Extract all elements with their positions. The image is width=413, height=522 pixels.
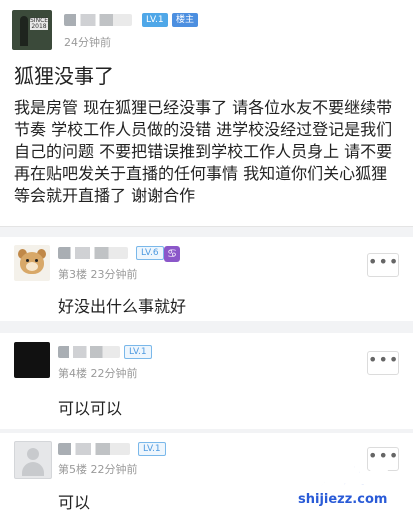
reply-username-blurred[interactable] <box>58 346 120 358</box>
zodiac-cancer-icon: ♋ <box>164 246 180 262</box>
reply-content: 可以可以 <box>58 399 123 418</box>
reply-username-blurred[interactable] <box>58 443 130 455</box>
more-options-button[interactable]: ••• <box>367 351 399 375</box>
dog-avatar[interactable] <box>14 245 50 281</box>
reply-floor-3: LV.6 ♋ 第3楼 23分钟前 ••• 好没出什么事就好 <box>0 237 413 321</box>
reply-floor-meta: 第4楼 22分钟前 <box>58 367 138 380</box>
post-time: 24分钟前 <box>64 36 111 49</box>
reply-content: 好没出什么事就好 <box>58 297 187 316</box>
reply-floor-meta: 第3楼 23分钟前 <box>58 268 138 281</box>
watermark-url: shijiezz.com <box>298 492 388 507</box>
avatar-logo-text: SINCE 2018 <box>30 17 49 30</box>
default-avatar-icon[interactable] <box>14 441 52 479</box>
reply-username-blurred[interactable] <box>58 247 128 259</box>
poster-level-badge: LV.1 <box>142 13 168 27</box>
post-body: 我是房管 现在狐狸已经没事了 请各位水友不要继续带节奏 学校工作人员做的没错 进… <box>14 98 393 205</box>
watermark-title: 世界之最 <box>292 462 392 491</box>
avatar-head-shape <box>27 448 39 460</box>
post-title: 狐狸没事了 <box>14 64 114 88</box>
avatar-figure <box>20 16 28 46</box>
avatar-body-shape <box>22 462 44 476</box>
reply-level-badge: LV.1 <box>138 442 166 456</box>
original-post: SINCE 2018 LV.1 楼主 24分钟前 狐狸没事了 我是房管 现在狐狸… <box>0 0 413 227</box>
reply-floor-4: LV.1 第4楼 22分钟前 ••• 可以可以 <box>0 333 413 429</box>
poster-username-blurred[interactable] <box>64 14 132 26</box>
reply-level-badge: LV.6 <box>136 246 164 260</box>
reply-content: 可以 <box>58 493 91 512</box>
more-options-button[interactable]: ••• <box>367 253 399 277</box>
dog-muzzle <box>26 262 38 271</box>
reply-floor-meta: 第5楼 22分钟前 <box>58 463 138 476</box>
user-avatar-black[interactable] <box>14 342 50 378</box>
reply-level-badge: LV.1 <box>124 345 152 359</box>
site-watermark: 世界之最 shijiezz.com <box>292 456 410 516</box>
dog-eye-left <box>26 259 29 262</box>
host-badge: 楼主 <box>172 13 199 27</box>
poster-avatar[interactable]: SINCE 2018 <box>12 10 52 50</box>
dog-eye-right <box>35 259 38 262</box>
